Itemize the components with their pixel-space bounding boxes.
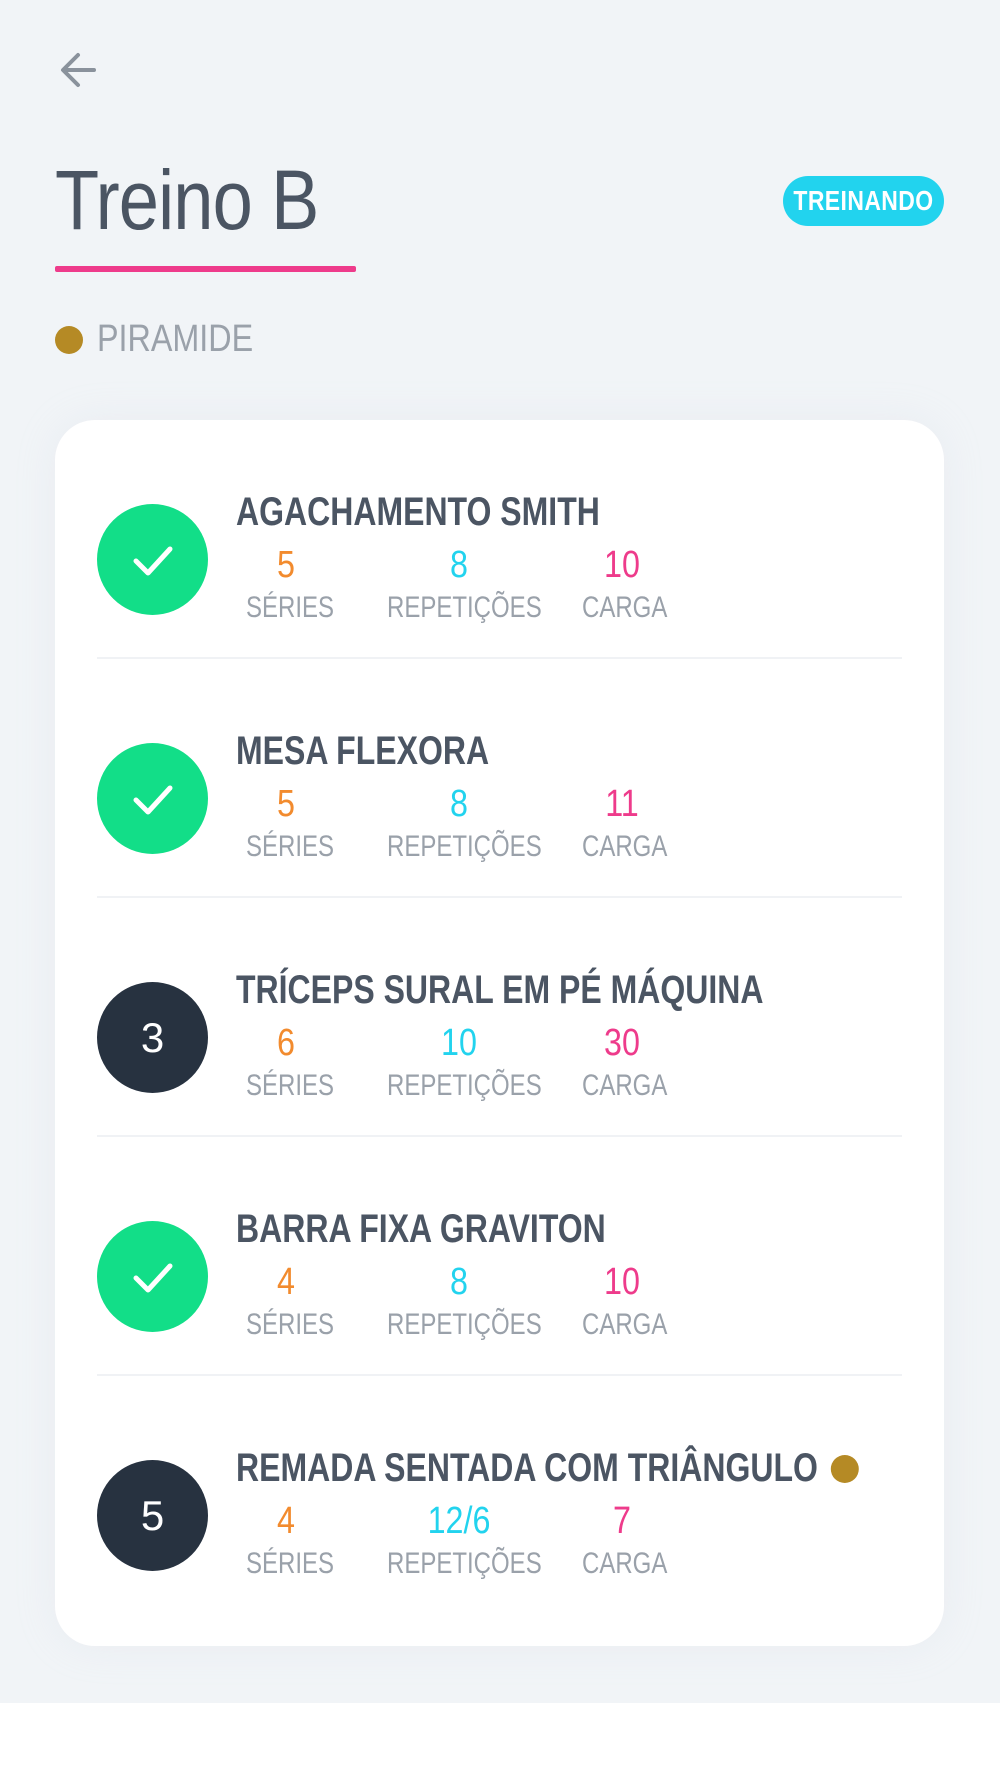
status-badge: TREINANDO (783, 176, 944, 226)
reps-value: 8 (450, 1261, 468, 1303)
exercise-item[interactable]: 3 TRÍCEPS SURAL EM PÉ MÁQUINA 6 SÉRIES 1… (97, 898, 902, 1137)
stat-load: 10 CARGA (572, 544, 672, 628)
series-label: SÉRIES (246, 830, 335, 863)
stat-reps: 8 REPETIÇÕES (369, 544, 549, 628)
stat-series: 4 SÉRIES (236, 1500, 336, 1584)
reps-value: 8 (450, 783, 468, 825)
workout-screen: Treino B TREINANDO PIRAMIDE AGACHAMENTO … (0, 0, 1000, 1703)
exercise-name-text: REMADA SENTADA COM TRIÂNGULO (236, 1446, 818, 1490)
series-value: 4 (277, 1500, 295, 1542)
check-icon (133, 546, 172, 575)
series-value: 5 (277, 544, 295, 586)
series-value: 6 (277, 1022, 295, 1064)
arrow-left-icon (61, 53, 96, 87)
reps-label: REPETIÇÕES (387, 1069, 542, 1102)
method-label: PIRAMIDE (97, 318, 254, 360)
series-value: 5 (277, 783, 295, 825)
exercise-name: REMADA SENTADA COM TRIÂNGULO (236, 1446, 860, 1491)
load-value: 11 (605, 783, 639, 825)
load-label: CARGA (582, 591, 668, 624)
exercise-number: 5 (140, 1491, 165, 1539)
reps-label: REPETIÇÕES (387, 830, 542, 863)
check-icon (133, 1263, 172, 1292)
load-value: 10 (604, 544, 640, 586)
page-title: Treino B (55, 153, 319, 247)
exercise-name-text: MESA FLEXORA (236, 729, 490, 773)
stat-load: 7 CARGA (572, 1500, 672, 1584)
series-label: SÉRIES (246, 1547, 335, 1580)
exercise-name: AGACHAMENTO SMITH (236, 490, 600, 535)
load-label: CARGA (582, 830, 668, 863)
exercise-item[interactable]: BARRA FIXA GRAVITON 4 SÉRIES 8 REPETIÇÕE… (97, 1137, 902, 1376)
exercise-number: 3 (140, 1013, 165, 1061)
reps-value: 8 (450, 544, 468, 586)
stat-reps: 8 REPETIÇÕES (369, 1261, 549, 1345)
status-badge-label: TREINANDO (793, 185, 934, 216)
exercise-item[interactable]: 5 REMADA SENTADA COM TRIÂNGULO 4 SÉRIES … (97, 1376, 902, 1615)
stat-series: 6 SÉRIES (236, 1022, 336, 1106)
load-label: CARGA (582, 1069, 668, 1102)
load-value: 10 (604, 1261, 640, 1303)
series-label: SÉRIES (246, 591, 335, 624)
reps-label: REPETIÇÕES (387, 591, 542, 624)
stat-reps: 8 REPETIÇÕES (369, 783, 549, 867)
reps-label: REPETIÇÕES (387, 1308, 542, 1341)
exercise-status-circle[interactable] (97, 1221, 208, 1332)
stat-reps: 10 REPETIÇÕES (369, 1022, 549, 1106)
stat-load: 30 CARGA (572, 1022, 672, 1106)
training-method: PIRAMIDE (55, 318, 281, 361)
check-icon (133, 785, 172, 814)
load-value: 7 (613, 1500, 631, 1542)
exercise-name-text: TRÍCEPS SURAL EM PÉ MÁQUINA (236, 968, 764, 1012)
title-block: Treino B (55, 150, 356, 272)
method-dot-icon (55, 325, 83, 354)
series-label: SÉRIES (246, 1069, 335, 1102)
exercise-item[interactable]: AGACHAMENTO SMITH 5 SÉRIES 8 REPETIÇÕES … (97, 420, 902, 659)
stat-load: 11 CARGA (572, 783, 672, 867)
load-label: CARGA (582, 1308, 668, 1341)
title-underline (55, 266, 356, 272)
back-button[interactable] (50, 42, 106, 98)
exercise-name: TRÍCEPS SURAL EM PÉ MÁQUINA (236, 968, 763, 1013)
exercise-name: MESA FLEXORA (236, 729, 489, 774)
load-label: CARGA (582, 1547, 668, 1580)
series-label: SÉRIES (246, 1308, 335, 1341)
series-value: 4 (277, 1261, 295, 1303)
exercise-number-circle[interactable]: 3 (97, 982, 208, 1093)
stat-series: 4 SÉRIES (236, 1261, 336, 1345)
exercise-name: BARRA FIXA GRAVITON (236, 1207, 606, 1252)
exercise-status-circle[interactable] (97, 743, 208, 854)
exercise-item[interactable]: MESA FLEXORA 5 SÉRIES 8 REPETIÇÕES 11 CA… (97, 659, 902, 898)
load-value: 30 (604, 1022, 640, 1064)
method-dot-icon (831, 1454, 860, 1483)
exercise-name-text: AGACHAMENTO SMITH (236, 490, 600, 534)
reps-value: 10 (441, 1022, 477, 1064)
stat-load: 10 CARGA (572, 1261, 672, 1345)
stat-reps: 12/6 REPETIÇÕES (369, 1500, 549, 1584)
reps-label: REPETIÇÕES (387, 1547, 542, 1580)
exercise-status-circle[interactable] (97, 504, 208, 615)
exercise-number-circle[interactable]: 5 (97, 1460, 208, 1571)
exercise-name-text: BARRA FIXA GRAVITON (236, 1207, 606, 1251)
stat-series: 5 SÉRIES (236, 544, 336, 628)
stat-series: 5 SÉRIES (236, 783, 336, 867)
exercise-list: AGACHAMENTO SMITH 5 SÉRIES 8 REPETIÇÕES … (55, 420, 944, 1646)
reps-value: 12/6 (427, 1500, 491, 1542)
